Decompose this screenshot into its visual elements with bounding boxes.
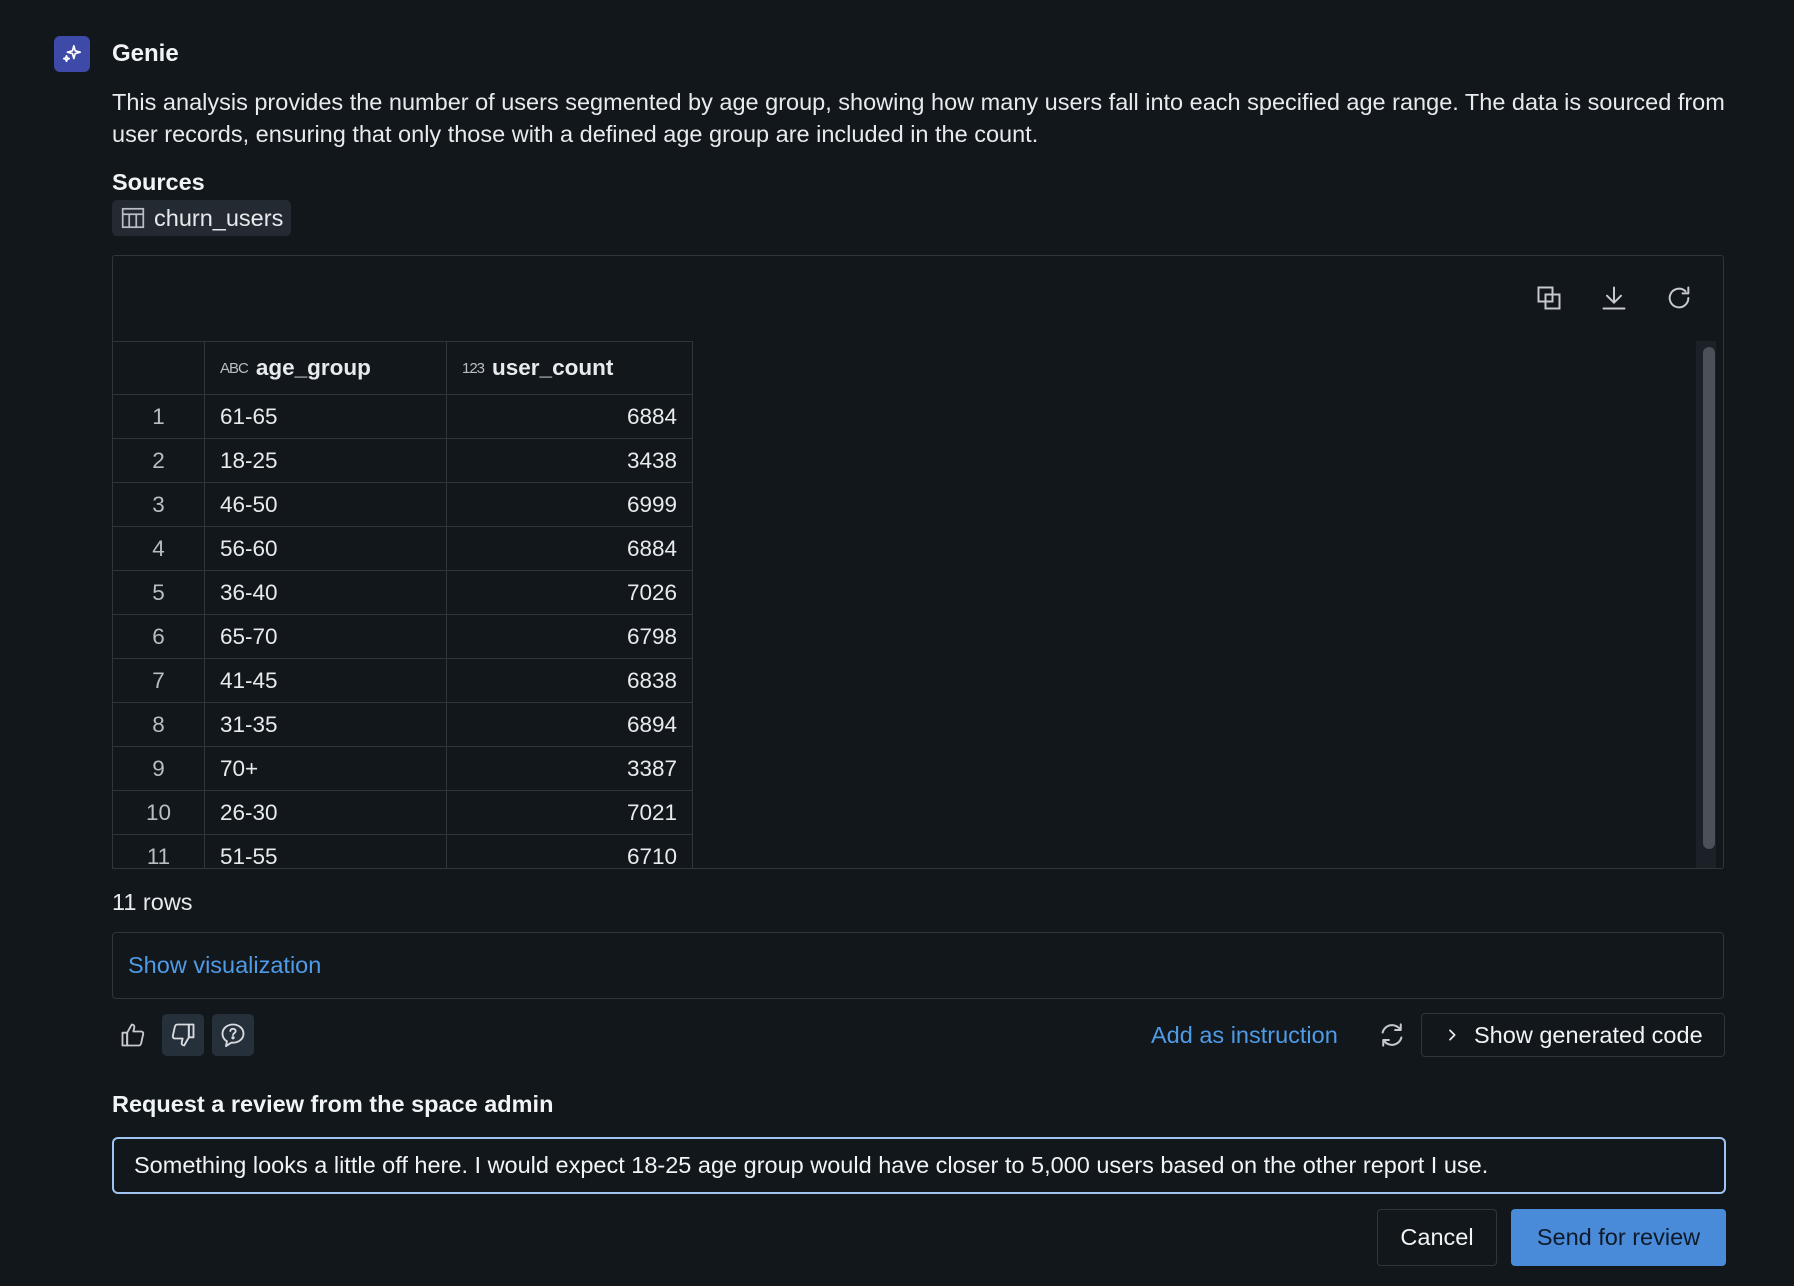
cell-user-count: 6838 xyxy=(446,658,693,703)
thumbs-down-button[interactable] xyxy=(162,1014,204,1056)
column-header-label: user_count xyxy=(492,355,614,380)
row-index: 11 xyxy=(112,834,205,869)
row-index: 1 xyxy=(112,394,205,439)
thumbs-down-icon xyxy=(171,1023,195,1047)
cell-age-group: 51-55 xyxy=(204,834,447,869)
show-generated-code-label: Show generated code xyxy=(1474,1021,1703,1048)
table-header-row: ABC age_group 123 user_count xyxy=(112,341,693,395)
copy-icon[interactable] xyxy=(1533,282,1565,314)
cell-age-group: 36-40 xyxy=(204,570,447,615)
source-chip[interactable]: churn_users xyxy=(112,200,292,236)
cancel-button[interactable]: Cancel xyxy=(1377,1209,1497,1266)
cell-age-group: 18-25 xyxy=(204,438,447,483)
string-type-icon: ABC xyxy=(220,359,249,377)
table-row: 1 61-65 6884 xyxy=(112,394,693,439)
show-visualization-link[interactable]: Show visualization xyxy=(128,952,321,979)
cell-user-count: 7021 xyxy=(446,790,693,835)
row-index: 8 xyxy=(112,702,205,747)
cell-user-count: 3387 xyxy=(446,746,693,791)
table-row: 4 56-60 6884 xyxy=(112,526,693,571)
number-type-icon: 123 xyxy=(462,359,485,377)
send-for-review-button[interactable]: Send for review xyxy=(1511,1209,1726,1266)
table-row: 2 18-25 3438 xyxy=(112,438,693,483)
cell-age-group: 56-60 xyxy=(204,526,447,571)
refresh-icon[interactable] xyxy=(1663,282,1695,314)
column-header-age-group[interactable]: ABC age_group xyxy=(204,341,447,395)
cell-user-count: 6884 xyxy=(446,526,693,571)
cell-age-group: 41-45 xyxy=(204,658,447,703)
table-row: 3 46-50 6999 xyxy=(112,482,693,527)
results-table: ABC age_group 123 user_count 1 61-65 6884 … xyxy=(112,341,693,869)
row-index: 9 xyxy=(112,746,205,791)
table-row: 8 31-35 6894 xyxy=(112,702,693,747)
cell-age-group: 31-35 xyxy=(204,702,447,747)
column-header-user-count[interactable]: 123 user_count xyxy=(446,341,693,395)
message-author: Genie xyxy=(112,40,179,67)
regenerate-button[interactable] xyxy=(1375,1018,1409,1052)
cell-age-group: 70+ xyxy=(204,746,447,791)
cell-user-count: 6798 xyxy=(446,614,693,659)
add-as-instruction-link[interactable]: Add as instruction xyxy=(1151,1022,1338,1049)
source-name: churn_users xyxy=(154,204,284,231)
thumbs-up-icon xyxy=(121,1023,145,1047)
review-comment-input[interactable] xyxy=(112,1137,1726,1194)
cell-user-count: 3438 xyxy=(446,438,693,483)
message-description: This analysis provides the number of use… xyxy=(112,89,1725,147)
cell-user-count: 6894 xyxy=(446,702,693,747)
review-request-heading: Request a review from the space admin xyxy=(112,1091,554,1117)
row-count: 11 rows xyxy=(112,889,193,915)
row-index: 3 xyxy=(112,482,205,527)
show-generated-code-button[interactable]: Show generated code xyxy=(1421,1013,1725,1057)
results-table-container: ABC age_group 123 user_count 1 61-65 6884 … xyxy=(112,341,694,869)
visualization-panel: Show visualization xyxy=(112,932,1724,999)
row-index: 7 xyxy=(112,658,205,703)
table-icon xyxy=(121,207,145,229)
cell-age-group: 61-65 xyxy=(204,394,447,439)
cell-age-group: 65-70 xyxy=(204,614,447,659)
cell-age-group: 26-30 xyxy=(204,790,447,835)
row-index: 6 xyxy=(112,614,205,659)
table-scrollbar-thumb[interactable] xyxy=(1703,347,1715,849)
table-row: 5 36-40 7026 xyxy=(112,570,693,615)
thumbs-up-button[interactable] xyxy=(112,1014,154,1056)
sources-heading: Sources xyxy=(112,169,205,195)
table-row: 10 26-30 7021 xyxy=(112,790,693,835)
row-index: 2 xyxy=(112,438,205,483)
table-row: 7 41-45 6838 xyxy=(112,658,693,703)
table-row: 9 70+ 3387 xyxy=(112,746,693,791)
index-column-header xyxy=(112,341,205,395)
column-header-label: age_group xyxy=(255,355,371,380)
row-index: 5 xyxy=(112,570,205,615)
download-icon[interactable] xyxy=(1598,282,1630,314)
row-index: 4 xyxy=(112,526,205,571)
cell-user-count: 7026 xyxy=(446,570,693,615)
genie-avatar xyxy=(54,36,90,72)
sparkle-icon xyxy=(62,44,82,63)
cell-user-count: 6710 xyxy=(446,834,693,869)
cell-user-count: 6999 xyxy=(446,482,693,527)
cell-age-group: 46-50 xyxy=(204,482,447,527)
cell-user-count: 6884 xyxy=(446,394,693,439)
table-row: 11 51-55 6710 xyxy=(112,834,693,869)
row-index: 10 xyxy=(112,790,205,835)
question-comment-icon xyxy=(221,1023,245,1048)
table-row: 6 65-70 6798 xyxy=(112,614,693,659)
comment-button[interactable] xyxy=(212,1014,254,1056)
chevron-right-icon xyxy=(1449,1029,1456,1041)
regenerate-icon xyxy=(1381,1023,1403,1047)
